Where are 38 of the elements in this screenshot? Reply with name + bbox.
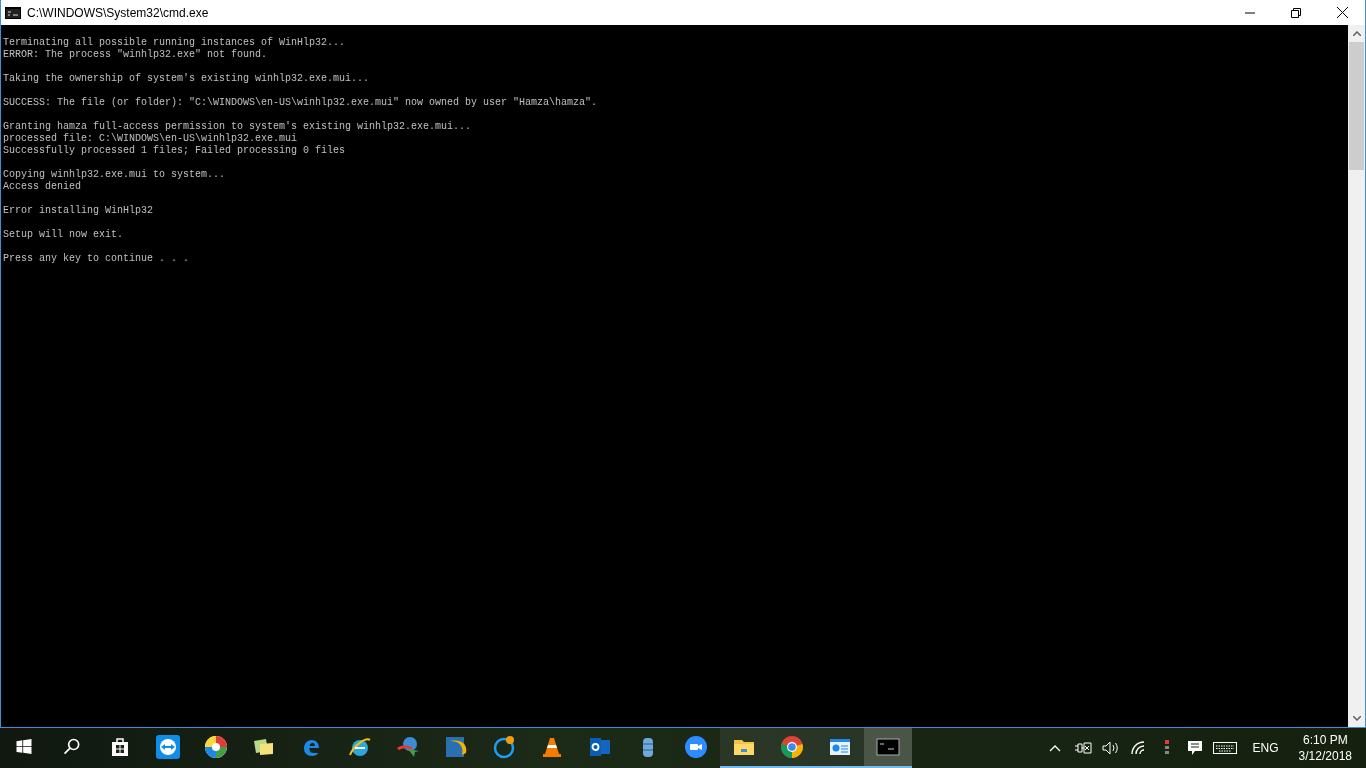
taskbar-button[interactable] — [720, 728, 768, 768]
console-line: Error installing WinHlp32 — [3, 205, 155, 217]
windows-logo-icon — [14, 737, 34, 757]
console-line: Taking the ownership of system's existing winhlp32.exe.mui... — [3, 73, 371, 85]
traffic-cone-icon — [540, 735, 564, 759]
console-line: Terminating all possible running instances of WinHlp32... — [3, 37, 347, 49]
pinwheel-icon — [204, 735, 228, 759]
globe-arrow-icon — [396, 735, 420, 759]
terminal-icon — [876, 735, 900, 759]
taskbar-button[interactable] — [864, 728, 912, 768]
console-line: Successfully processed 1 files; Failed processing 0 files — [3, 145, 347, 157]
mail-o-icon — [588, 735, 612, 759]
clock[interactable]: 6:10 PM 3/12/2018 — [1292, 732, 1358, 764]
console-line: Access denied — [3, 181, 82, 193]
caret-down-icon — [1352, 716, 1361, 721]
console-line: Press any key to continue . . . — [3, 253, 191, 265]
caret-up-icon — [1352, 31, 1361, 36]
double-arrow-app-icon — [156, 735, 180, 759]
scrollbar[interactable] — [1348, 25, 1365, 727]
console-line: SUCCESS: The file (or folder): "C:\WINDOWS\en-US\winhlp32.exe.mui" now owned by user "Hamza\hamza". — [3, 97, 599, 109]
chrome-icon — [780, 735, 804, 759]
terminal-icon — [5, 6, 21, 19]
restore-icon — [1291, 7, 1301, 18]
window-title: C:\WINDOWS\System32\cmd.exe — [27, 5, 210, 20]
video-camera-icon — [684, 735, 708, 759]
language-indicator[interactable]: ENG — [1242, 741, 1289, 755]
search-icon — [62, 737, 82, 757]
console-line: processed file: C:\WINDOWS\en-US\winhlp32.exe.mui — [3, 133, 299, 145]
console-line: Copying winhlp32.exe.mui to system... — [3, 169, 227, 181]
scroll-thumb[interactable] — [1349, 42, 1364, 170]
taskbar-button[interactable] — [816, 728, 864, 768]
close-icon — [1336, 7, 1348, 18]
swirl-icon — [444, 735, 468, 759]
console-line: ERROR: The process "winhlp32.exe" not found. — [3, 49, 269, 61]
e-orbit-icon — [348, 735, 372, 759]
c-ring-icon — [492, 735, 516, 759]
console-line: Setup will now exit. — [3, 229, 125, 241]
console-line: Granting hamza full-access permission to system's existing winhlp32.exe.mui... — [3, 121, 473, 133]
